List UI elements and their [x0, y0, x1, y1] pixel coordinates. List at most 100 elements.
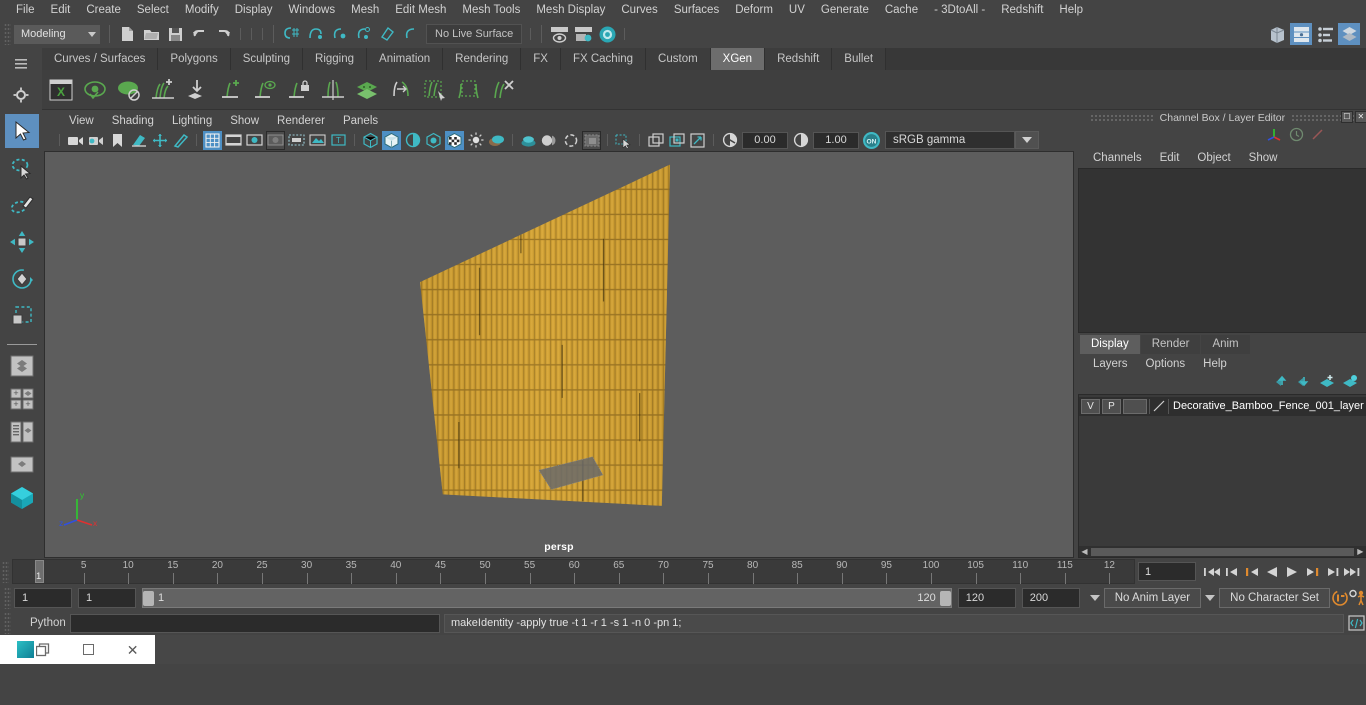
menu-windows[interactable]: Windows [280, 0, 343, 20]
shelf-tab-fx[interactable]: FX [521, 48, 561, 70]
xgen-add-guide-icon[interactable] [214, 73, 248, 107]
shelf-options-gear-icon[interactable] [11, 85, 31, 105]
snap-to-projected-center-icon[interactable] [352, 23, 374, 45]
isolate-select-icon[interactable] [582, 130, 601, 150]
shelf-tab-polygons[interactable]: Polygons [158, 48, 231, 70]
script-editor-icon[interactable] [1346, 613, 1366, 633]
tab-anim[interactable]: Anim [1201, 334, 1250, 354]
character-set-dropdown[interactable]: No Character Set [1219, 588, 1330, 608]
layer-name[interactable]: Decorative_Bamboo_Fence_001_layer [1169, 400, 1364, 412]
close-panel-icon[interactable]: ✕ [1354, 111, 1366, 123]
menu-redshift[interactable]: Redshift [993, 0, 1051, 20]
menu-generate[interactable]: Generate [813, 0, 877, 20]
screenshot-icon[interactable] [667, 131, 686, 150]
new-layer-from-selected-icon[interactable] [1342, 374, 1359, 392]
gamma-icon[interactable] [791, 131, 810, 150]
xgen-add-description-icon[interactable] [146, 73, 180, 107]
command-language-label[interactable]: Python [14, 617, 70, 629]
go-to-start-icon[interactable] [1202, 561, 1222, 583]
menu-deform[interactable]: Deform [727, 0, 781, 20]
menu-help[interactable]: Help [1051, 0, 1091, 20]
new-layer-icon[interactable] [1319, 374, 1336, 392]
gate-mask-icon[interactable] [266, 130, 285, 150]
menu-edit-mesh[interactable]: Edit Mesh [387, 0, 454, 20]
panel-grip[interactable] [1089, 114, 1154, 122]
move-layer-up-icon[interactable] [1275, 374, 1291, 392]
viewport-menu-lighting[interactable]: Lighting [163, 115, 221, 127]
scroll-left-icon[interactable]: ◀ [1079, 547, 1090, 556]
menu-edit[interactable]: Edit [43, 0, 79, 20]
menu-mesh-display[interactable]: Mesh Display [528, 0, 613, 20]
redo-icon[interactable] [212, 23, 234, 45]
scrollbar-thumb[interactable] [1091, 547, 1354, 556]
menu-mesh[interactable]: Mesh [343, 0, 387, 20]
xgen-convert-icon[interactable] [384, 73, 418, 107]
channel-menu-edit[interactable]: Edit [1151, 152, 1189, 164]
aa-icon[interactable] [561, 131, 580, 150]
film-gate-icon[interactable] [224, 131, 243, 150]
persp-graph-layout[interactable] [5, 483, 39, 513]
shelf-tab-animation[interactable]: Animation [367, 48, 444, 70]
clock-icon[interactable] [1289, 127, 1304, 147]
anim-layer-chevron-icon[interactable] [1086, 594, 1104, 602]
snap-to-curve-icon[interactable] [304, 23, 326, 45]
menu-create[interactable]: Create [78, 0, 129, 20]
hypergraph-layout[interactable] [5, 450, 39, 480]
attribute-editor-icon[interactable] [1290, 23, 1312, 45]
wireframe-icon[interactable] [361, 131, 380, 150]
maximize-icon[interactable] [82, 644, 94, 655]
menu-display[interactable]: Display [227, 0, 281, 20]
shelf-tab-xgen[interactable]: XGen [710, 48, 766, 70]
maya-app-icon[interactable] [16, 641, 50, 658]
layer-menu-help[interactable]: Help [1194, 358, 1236, 370]
axis-manipulator-icon[interactable] [1266, 127, 1283, 147]
color-space-chevron-icon[interactable] [1015, 131, 1039, 149]
shelf-tab-rigging[interactable]: Rigging [303, 48, 368, 70]
outliner-persp-layout[interactable] [5, 417, 39, 447]
anim-end-field[interactable]: 200 [1021, 588, 1080, 608]
smooth-shade-icon[interactable] [382, 130, 401, 150]
rotate-tool[interactable] [5, 262, 39, 296]
xgen-mirror-guide-icon[interactable] [316, 73, 350, 107]
exposure-field[interactable]: 0.00 [742, 131, 788, 149]
flat-shade-icon[interactable] [424, 131, 443, 150]
step-forward-frame-icon[interactable] [1302, 561, 1322, 583]
layer-menu-layers[interactable]: Layers [1084, 358, 1137, 370]
layer-list[interactable]: V P Decorative_Bamboo_Fence_001_layer ◀ … [1078, 393, 1366, 558]
move-layer-down-icon[interactable] [1297, 374, 1313, 392]
play-backwards-icon[interactable] [1262, 561, 1282, 583]
persp-viewport[interactable]: y x z persp [44, 151, 1074, 558]
channel-box-icon[interactable] [1338, 23, 1360, 45]
command-line-grip[interactable] [4, 612, 11, 634]
xray-joints-icon[interactable] [287, 131, 306, 150]
xgen-patch-icon[interactable] [452, 73, 486, 107]
editor-settings-icon[interactable] [572, 23, 594, 45]
shelf-tab-redshift[interactable]: Redshift [765, 48, 833, 70]
undock-panel-icon[interactable]: ☐ [1340, 111, 1353, 123]
four-pane-layout[interactable]: + + + [5, 384, 39, 414]
layer-menu-options[interactable]: Options [1137, 358, 1195, 370]
outliner-icon[interactable] [1266, 23, 1288, 45]
select-mask-icon[interactable] [614, 131, 633, 150]
viewport-menu-shading[interactable]: Shading [103, 115, 163, 127]
step-forward-keyframe-icon[interactable] [1322, 561, 1342, 583]
list-item[interactable]: V P Decorative_Bamboo_Fence_001_layer [1079, 396, 1366, 416]
bookmark-icon[interactable] [108, 131, 127, 150]
color-space-dropdown[interactable]: sRGB gamma [885, 131, 1015, 149]
color-management-toggle[interactable]: ON [862, 131, 881, 150]
xray-icon[interactable] [308, 131, 327, 150]
menuset-dropdown[interactable]: Modeling [14, 24, 100, 44]
textured-icon[interactable] [445, 130, 464, 150]
range-start-field[interactable]: 1 [78, 588, 136, 608]
xgen-layers-icon[interactable] [350, 73, 384, 107]
texture-border-icon[interactable]: T [329, 131, 348, 150]
xgen-guide-visibility-icon[interactable] [248, 73, 282, 107]
resolution-gate-icon[interactable] [245, 131, 264, 150]
xgen-import-icon[interactable] [180, 73, 214, 107]
xgen-window-icon[interactable]: X [44, 73, 78, 107]
camera-attributes-icon[interactable] [87, 131, 106, 150]
camera-icon[interactable] [66, 131, 85, 150]
show-hide-editors-icon[interactable] [548, 23, 570, 45]
channel-menu-channels[interactable]: Channels [1084, 152, 1151, 164]
anim-layer-dropdown[interactable]: No Anim Layer [1103, 588, 1202, 608]
